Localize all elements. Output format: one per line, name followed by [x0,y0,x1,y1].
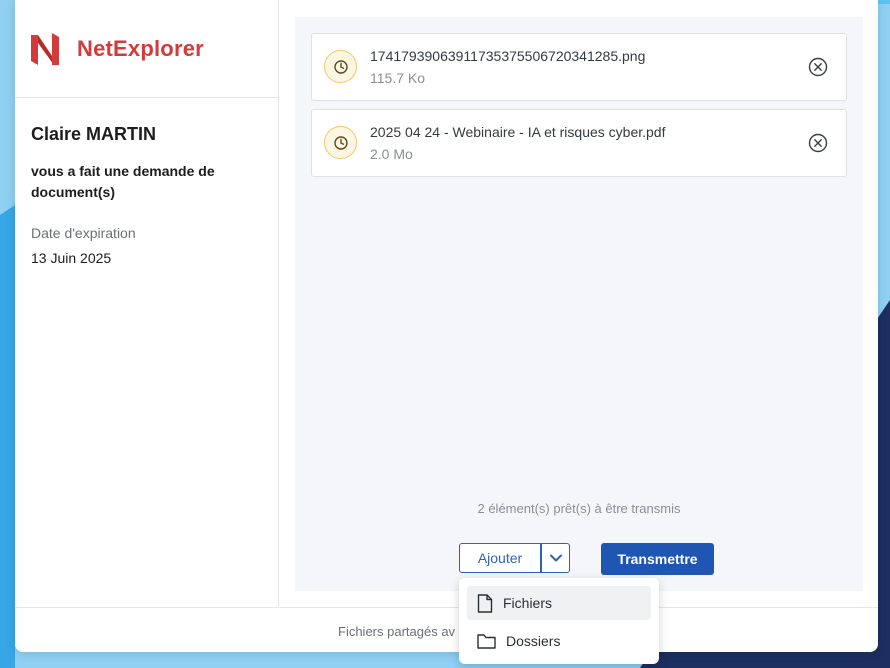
remove-file-icon[interactable] [808,57,828,77]
request-card: NetExplorer Claire MARTIN vous a fait un… [15,0,878,652]
requester-name: Claire MARTIN [31,124,157,144]
add-dropdown-toggle[interactable] [541,543,570,573]
footer-text: Fichiers partagés av [338,624,456,639]
file-size: 115.7 Ko [370,70,426,86]
file-icon [477,593,493,613]
add-menu: Fichiers Dossiers [459,578,659,664]
upload-panel: 17417939063911735375506720341285.png 115… [295,17,863,591]
file-name: 17417939063911735375506720341285.png [370,48,646,64]
folder-icon [477,634,496,649]
clock-icon [324,126,357,159]
brand-header: NetExplorer [15,0,278,98]
menu-item-label: Fichiers [503,595,553,611]
chevron-down-icon [549,554,562,562]
menu-item-label: Dossiers [506,633,561,649]
clock-icon [324,50,357,83]
request-message: vous a fait une demande de document(s) [31,163,215,200]
netexplorer-logo-icon [31,32,59,65]
status-text: 2 élément(s) prêt(s) à être transmis [477,501,681,516]
file-item: 17417939063911735375506720341285.png 115… [311,33,847,101]
menu-item-folders[interactable]: Dossiers [467,624,651,658]
footer: Fichiers partagés av [15,607,878,653]
add-button[interactable]: Ajouter [459,543,541,573]
remove-file-icon[interactable] [808,133,828,153]
file-size: 2.0 Mo [370,146,413,162]
menu-item-files[interactable]: Fichiers [467,586,651,620]
file-name: 2025 04 24 - Webinaire - IA et risques c… [370,124,666,140]
requester-info: Claire MARTIN vous a fait une demande de… [15,98,278,266]
sidebar: NetExplorer Claire MARTIN vous a fait un… [15,0,279,606]
brand-name: NetExplorer [77,35,204,61]
transmit-button[interactable]: Transmettre [601,543,714,575]
expiration-date: 13 Juin 2025 [31,250,112,266]
expiration-label: Date d'expiration [31,225,136,241]
file-item: 2025 04 24 - Webinaire - IA et risques c… [311,109,847,177]
